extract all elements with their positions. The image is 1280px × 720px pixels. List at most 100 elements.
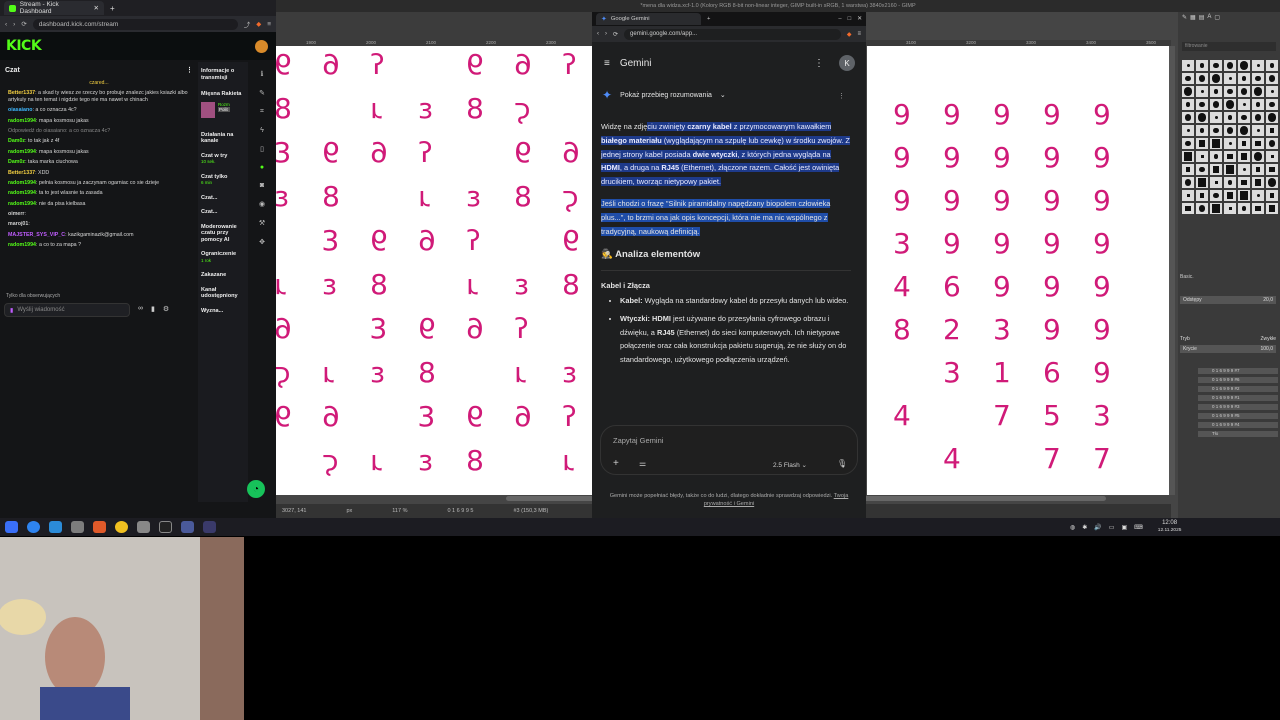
chat-username[interactable]: radom1994 [8, 118, 36, 124]
battery-icon[interactable]: ▭ [1109, 524, 1115, 531]
brush-cell[interactable] [1182, 125, 1194, 136]
crop-icon[interactable]: ⌗ [260, 108, 264, 116]
brush-cell[interactable] [1224, 177, 1236, 188]
wrench-icon[interactable]: ⚒ [259, 219, 265, 227]
brush-cell[interactable] [1210, 99, 1222, 110]
status-zoom[interactable]: 117 % [392, 508, 407, 514]
brush-cell[interactable] [1210, 112, 1222, 123]
brush-cell[interactable] [1252, 99, 1264, 110]
side-item[interactable]: Czat... [201, 209, 245, 216]
brush-cell[interactable] [1266, 60, 1278, 71]
brush-cell[interactable] [1238, 112, 1250, 123]
brush-cell[interactable] [1210, 151, 1222, 162]
brush-cell[interactable] [1266, 86, 1278, 97]
chat-message[interactable]: Dam0z: to tak jak z 4f [0, 137, 198, 147]
chat-username[interactable]: Better1337 [8, 170, 35, 176]
brave-shield-icon[interactable]: ◆ [256, 20, 261, 28]
brush-cell[interactable] [1238, 138, 1250, 149]
layer-row[interactable]: 0 1 6 9 9 9 #5 [1198, 413, 1278, 419]
mode-row[interactable]: Tryb Zwykłe [1180, 336, 1276, 342]
brush-cell[interactable] [1224, 190, 1236, 201]
brush-cell[interactable] [1224, 73, 1236, 84]
brush-cell[interactable] [1196, 99, 1208, 110]
vertical-scrollbar[interactable] [1169, 46, 1175, 495]
bolt-icon[interactable]: ϟ [260, 127, 264, 134]
opacity-slider[interactable]: Krycie 100,0 [1180, 345, 1276, 353]
files-icon[interactable] [49, 521, 62, 533]
brush-cell[interactable] [1182, 203, 1194, 214]
brush-cell[interactable] [1238, 60, 1250, 71]
chat-bubble-icon[interactable]: ◙ [260, 182, 264, 189]
chat-username[interactable]: oimerr [8, 211, 25, 217]
chat-username[interactable]: radom1994 [8, 190, 36, 196]
layer-row[interactable]: 0 1 6 9 9 9 #3 [1198, 404, 1278, 410]
spacing-slider[interactable]: Odstępy 20,0 [1180, 296, 1276, 304]
brush-cell[interactable] [1196, 60, 1208, 71]
doc-tab-icon[interactable]: ▢ [1214, 14, 1220, 40]
help-button[interactable]: ◔ [247, 480, 265, 498]
brush-cell[interactable] [1266, 138, 1278, 149]
tools-icon[interactable]: ⚌ [639, 459, 646, 468]
reasoning-toggle[interactable]: ✦ Pokaż przebieg rozumowania ⌄ [602, 88, 726, 102]
brush-cell[interactable] [1252, 190, 1264, 201]
window2-icon[interactable] [203, 521, 216, 533]
brush-cell[interactable] [1224, 125, 1236, 136]
broadcast-icon[interactable]: ◉ [259, 200, 265, 208]
reload-icon[interactable]: ⟳ [21, 20, 26, 28]
brush-cell[interactable] [1266, 125, 1278, 136]
chat-message[interactable]: MAJSTER_SYS_VIP_C: kazikgaminazik@gmail.… [0, 230, 198, 240]
layer-row[interactable]: Tło [1198, 431, 1278, 437]
maximize-icon[interactable]: □ [848, 16, 852, 22]
browser-icon[interactable] [27, 521, 40, 533]
gemini-address-field[interactable]: gemini.google.com/app... [624, 28, 841, 40]
brush-cell[interactable] [1196, 138, 1208, 149]
clipboard-icon[interactable]: ▯ [260, 145, 264, 153]
layer-row[interactable]: 0 1 6 9 9 9 #4 [1198, 422, 1278, 428]
user-avatar[interactable] [255, 40, 268, 53]
brush-cell[interactable] [1182, 190, 1194, 201]
chat-username[interactable]: maroj01 [8, 221, 28, 227]
close-tab-icon[interactable]: ✕ [94, 4, 99, 12]
layer-row[interactable]: 0 1 6 9 9 9 #6 [1198, 377, 1278, 383]
obs-icon[interactable] [115, 521, 128, 533]
brush-cell[interactable] [1266, 203, 1278, 214]
brush-cell[interactable] [1224, 164, 1236, 175]
hamburger-icon[interactable]: ≡ [604, 58, 610, 69]
prompt-box[interactable]: Zapytaj Gemini + ⚌ 2.5 Flash ⌄ 🎙 [600, 425, 858, 475]
clock[interactable]: 12:08 12.11.2025 [1158, 520, 1182, 534]
chat-message[interactable]: oiasaiano: a co oznacza 4c? [0, 106, 198, 116]
layer-row[interactable]: 0 1 6 9 9 9 #2 [1198, 386, 1278, 392]
pinned-bar[interactable]: czared... [0, 78, 198, 88]
brush-cell[interactable] [1182, 73, 1194, 84]
chat-message[interactable]: Better1337: XDD [0, 168, 198, 178]
model-select[interactable]: 2.5 Flash ⌄ [773, 461, 807, 469]
brush-cell[interactable] [1196, 151, 1208, 162]
brush-cell[interactable] [1182, 86, 1194, 97]
minimize-icon[interactable]: – [838, 16, 841, 22]
brush-cell[interactable] [1224, 203, 1236, 214]
brush-cell[interactable] [1224, 151, 1236, 162]
brush-cell[interactable] [1252, 138, 1264, 149]
brush-cell[interactable] [1210, 177, 1222, 188]
brush-cell[interactable] [1238, 203, 1250, 214]
canvas-right[interactable]: 9999999999999993999946999823993169475347… [867, 46, 1169, 495]
chat-username[interactable]: Dam0z [8, 159, 25, 165]
chat-message[interactable]: radom1994: ta to jest wlasnie ta zasada [0, 189, 198, 199]
chat-username[interactable]: radom1994 [8, 149, 36, 155]
brush-tab-icon[interactable]: ✎ [1182, 14, 1187, 40]
brush-cell[interactable] [1196, 73, 1208, 84]
volume-icon[interactable]: 🔊 [1094, 524, 1101, 531]
start-icon[interactable] [5, 521, 18, 533]
brush-cell[interactable] [1210, 138, 1222, 149]
brush-cell[interactable] [1238, 151, 1250, 162]
keyboard-icon[interactable]: ⌨ [1134, 524, 1143, 531]
chat-menu-icon[interactable]: ⋮ [186, 66, 193, 74]
chat-message[interactable]: Odpowiedź do oiasaiano: a co oznacza 4c? [0, 126, 198, 136]
side-item[interactable]: Czat... [201, 195, 245, 202]
settings-icon[interactable]: ⚙ [163, 305, 169, 313]
more-icon[interactable]: ⋮ [814, 58, 824, 69]
brush-cell[interactable] [1266, 164, 1278, 175]
forward-icon[interactable]: › [605, 31, 607, 37]
brush-cell[interactable] [1210, 190, 1222, 201]
brush-cell[interactable] [1252, 112, 1264, 123]
